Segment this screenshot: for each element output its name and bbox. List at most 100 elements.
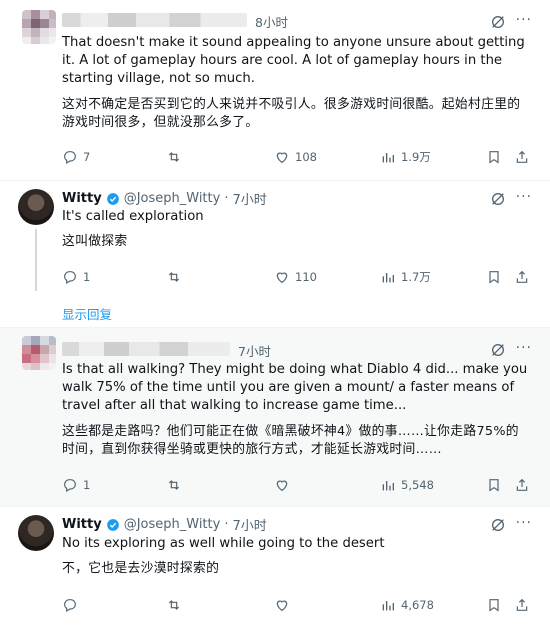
views-count: 5,548: [401, 478, 434, 492]
retweet-icon: [168, 480, 180, 490]
post-1[interactable]: 8小时 ··· That doesn't make it sound appea…: [0, 0, 550, 180]
action-bar: 1 5,548: [62, 477, 532, 495]
action-bar: 4,678: [62, 597, 532, 615]
reply-button[interactable]: 1: [62, 269, 90, 285]
share-icon: [516, 478, 528, 491]
post-2[interactable]: Witty @Joseph_Witty · 7小时 ··· It's calle…: [0, 181, 550, 326]
action-bar: 1 110 1.7万: [62, 269, 532, 287]
post-text-en: That doesn't make it sound appealing to …: [62, 35, 525, 86]
separator-dot: ·: [224, 517, 229, 532]
bookmark-button[interactable]: [486, 597, 502, 613]
retweet-icon: [168, 600, 180, 610]
avatar[interactable]: [18, 515, 54, 551]
grok-icon[interactable]: [490, 14, 506, 30]
reply-icon: [64, 151, 76, 165]
reply-icon: [64, 479, 76, 493]
reply-count: 1: [83, 478, 91, 492]
verified-icon: [106, 192, 119, 205]
display-name[interactable]: Witty: [62, 517, 102, 532]
reply-button[interactable]: 7: [62, 149, 90, 165]
grok-icon[interactable]: [490, 191, 506, 207]
more-icon[interactable]: ···: [516, 515, 532, 531]
post-text-cn: 这对不确定是否买到它的人来说并不吸引人。很多游戏时间很酷。起始村庄里的游戏时间很…: [62, 97, 521, 130]
post-header: Witty @Joseph_Witty · 7小时: [62, 515, 267, 534]
post-3[interactable]: 7小时 ··· Is that all walking? They might …: [0, 328, 550, 506]
retweet-button[interactable]: [166, 477, 187, 493]
retweet-button[interactable]: [166, 149, 187, 165]
post-text-cn: 这些都是走路吗？他们可能正在做《暗黑破坏神4》做的事……让你走路75%的时间，直…: [62, 424, 519, 457]
views-button[interactable]: 4,678: [380, 597, 434, 613]
share-button[interactable]: [514, 269, 530, 285]
retweet-icon: [168, 152, 180, 162]
more-icon[interactable]: ···: [516, 12, 532, 28]
post-time[interactable]: 7小时: [232, 515, 266, 534]
verified-icon: [106, 518, 119, 531]
like-count: 110: [295, 270, 317, 284]
more-icon[interactable]: ···: [516, 189, 532, 205]
bookmark-button[interactable]: [486, 149, 502, 165]
more-icon[interactable]: ···: [516, 340, 532, 356]
views-count: 1.7万: [401, 270, 431, 284]
bookmark-button[interactable]: [486, 477, 502, 493]
share-button[interactable]: [514, 149, 530, 165]
views-button[interactable]: 5,548: [380, 477, 434, 493]
avatar[interactable]: [22, 336, 56, 370]
retweet-icon: [168, 272, 180, 282]
post-text-cn: 这叫做探索: [62, 234, 128, 249]
reply-icon: [64, 599, 76, 613]
avatar[interactable]: [18, 189, 54, 225]
reply-count: 1: [83, 270, 91, 284]
views-icon: [382, 273, 394, 283]
reply-button[interactable]: [62, 597, 83, 613]
show-replies-link[interactable]: 显示回复: [62, 304, 112, 323]
post-text-en: Is that all walking? They might be doing…: [62, 362, 528, 413]
like-count: 108: [295, 150, 317, 164]
like-button[interactable]: [274, 477, 295, 493]
views-icon: [382, 601, 394, 611]
action-bar: 7 108 1.9万: [62, 149, 532, 167]
like-icon: [276, 600, 288, 612]
post-4[interactable]: Witty @Joseph_Witty · 7小时 ··· No its exp…: [0, 507, 550, 629]
share-icon: [516, 598, 528, 611]
bookmark-icon: [489, 151, 499, 164]
views-button[interactable]: 1.7万: [380, 269, 431, 285]
share-button[interactable]: [514, 477, 530, 493]
post-time[interactable]: 7小时: [238, 341, 271, 360]
display-name[interactable]: Witty: [62, 191, 102, 206]
like-icon: [276, 272, 288, 284]
post-time[interactable]: 7小时: [232, 189, 266, 208]
handle[interactable]: @Joseph_Witty: [124, 191, 221, 206]
retweet-button[interactable]: [166, 597, 187, 613]
like-button[interactable]: [274, 597, 295, 613]
reply-icon: [64, 271, 76, 285]
post-text-cn: 不，它也是去沙漠时探索的: [62, 561, 220, 576]
like-icon: [276, 152, 288, 164]
bookmark-icon: [489, 599, 499, 612]
views-icon: [382, 153, 394, 163]
redacted-username: [62, 342, 230, 356]
views-icon: [382, 481, 394, 491]
reply-count: 7: [83, 150, 91, 164]
share-button[interactable]: [514, 597, 530, 613]
separator-dot: ·: [224, 191, 229, 206]
thread-line: [35, 229, 37, 291]
post-header: Witty @Joseph_Witty · 7小时: [62, 189, 267, 208]
avatar[interactable]: [22, 10, 56, 44]
share-icon: [516, 150, 528, 163]
views-button[interactable]: 1.9万: [380, 149, 431, 165]
bookmark-icon: [489, 479, 499, 492]
reply-button[interactable]: 1: [62, 477, 90, 493]
post-time[interactable]: 8小时: [255, 12, 288, 31]
views-count: 4,678: [401, 598, 434, 612]
grok-icon[interactable]: [490, 342, 506, 358]
bookmark-button[interactable]: [486, 269, 502, 285]
share-icon: [516, 270, 528, 283]
handle[interactable]: @Joseph_Witty: [124, 517, 221, 532]
post-text-en: It's called exploration: [62, 209, 204, 224]
retweet-button[interactable]: [166, 269, 187, 285]
post-text-en: No its exploring as well while going to …: [62, 536, 385, 551]
bookmark-icon: [489, 271, 499, 284]
like-button[interactable]: 108: [274, 149, 317, 165]
grok-icon[interactable]: [490, 517, 506, 533]
like-button[interactable]: 110: [274, 269, 317, 285]
